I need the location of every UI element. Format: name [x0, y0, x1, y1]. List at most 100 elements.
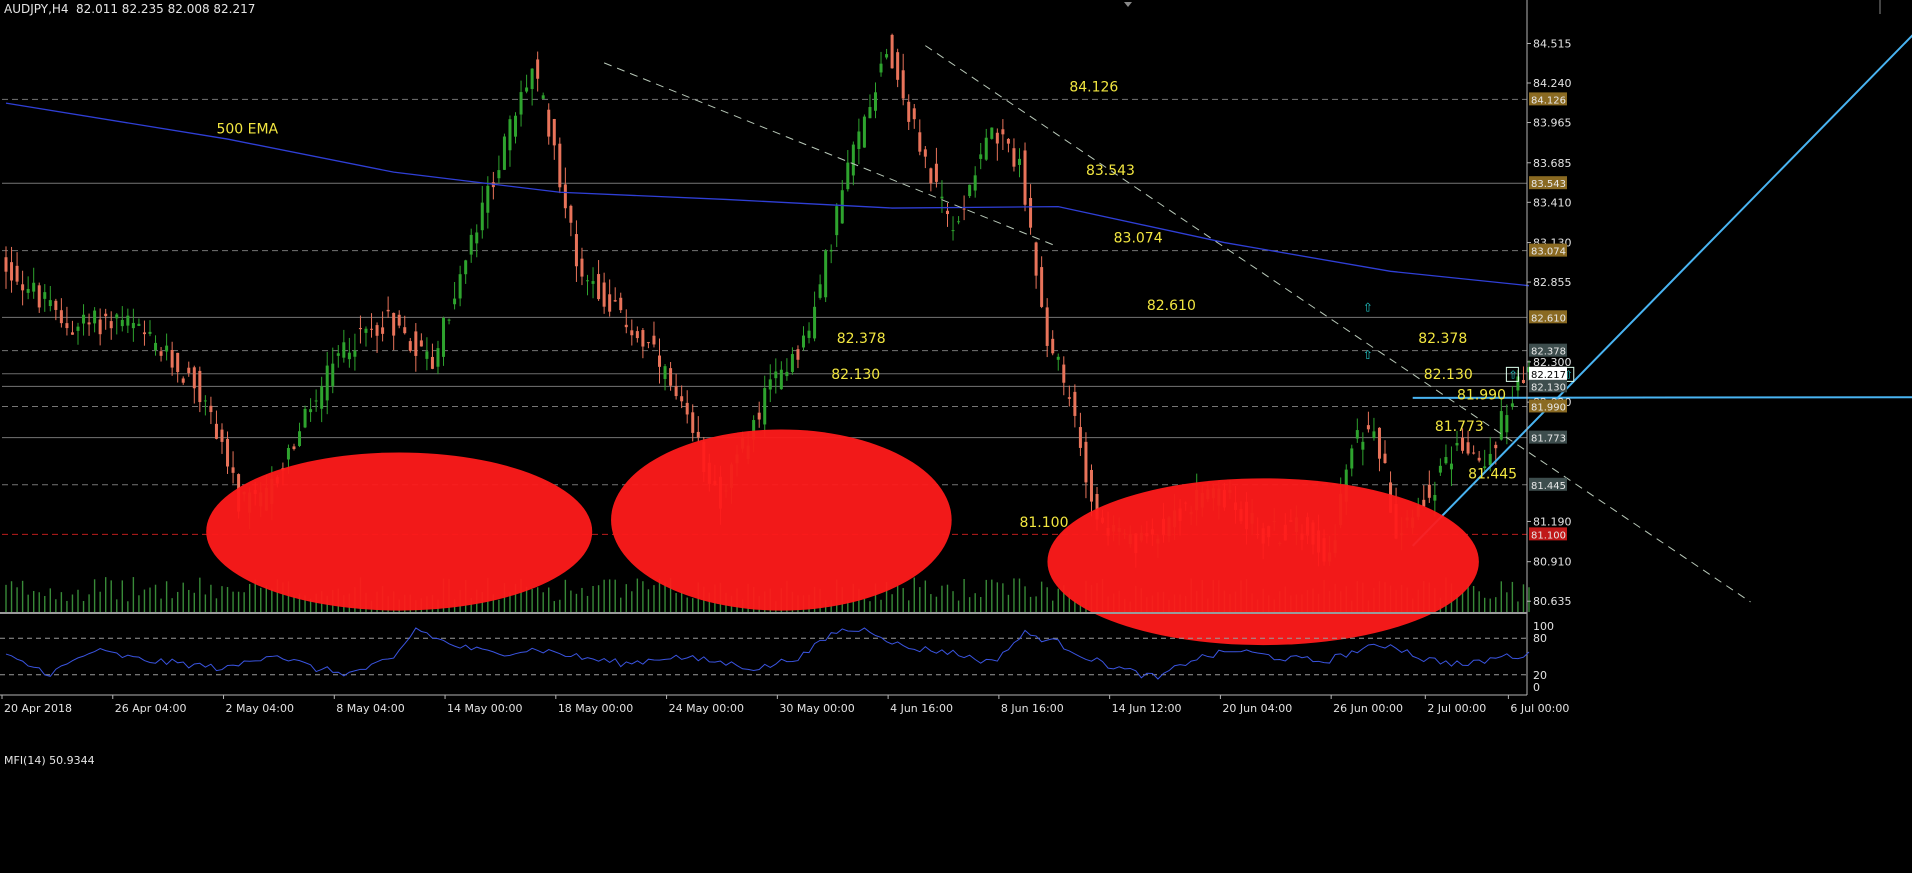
candle-body: [868, 107, 872, 119]
candle-body: [696, 431, 700, 438]
candle-body: [1433, 494, 1437, 501]
mfi-label: MFI(14) 50.9344: [4, 754, 95, 767]
candle-body: [774, 371, 778, 379]
candle-body: [807, 330, 811, 338]
candle-body: [1012, 148, 1016, 167]
candle-body: [176, 352, 180, 373]
time-tick-label: 4 Jun 16:00: [890, 702, 953, 715]
candle-body: [1366, 425, 1370, 430]
time-tick-label: 14 May 00:00: [447, 702, 522, 715]
price-tick-label: 84.515: [1533, 37, 1572, 50]
candle-body: [126, 315, 130, 326]
time-tick-label: 30 May 00:00: [779, 702, 854, 715]
candle-body: [1029, 197, 1033, 228]
candle-body: [1472, 452, 1476, 454]
candle-body: [1040, 267, 1044, 307]
candle-body: [879, 63, 883, 73]
candle-body: [962, 208, 966, 210]
level-annotation: 81.100: [1019, 515, 1068, 531]
candle-body: [1056, 356, 1060, 360]
candle-body: [851, 144, 855, 176]
candle-body: [1444, 457, 1448, 464]
candle-body: [154, 342, 158, 351]
up-arrow-icon: ⇧: [1363, 301, 1373, 315]
level-annotation: 83.074: [1114, 231, 1163, 247]
level-price-tag-label: 82.378: [1531, 347, 1566, 358]
candle-body: [142, 332, 146, 335]
level-price-tag-label: 82.610: [1531, 313, 1566, 324]
level-annotation: 81.445: [1468, 466, 1517, 482]
candle-body: [1361, 441, 1365, 450]
candle-body: [131, 322, 135, 329]
candle-body: [536, 59, 540, 79]
candle-body: [635, 331, 639, 339]
candle-body: [325, 365, 329, 401]
time-tick-label: 20 Apr 2018: [4, 702, 72, 715]
level-price-tag-label: 81.100: [1531, 530, 1566, 541]
candle-body: [586, 280, 590, 282]
candle-body: [320, 386, 324, 409]
candle-body: [1455, 442, 1459, 446]
candle-body: [1494, 444, 1498, 449]
candle-body: [381, 327, 385, 334]
candle-body: [1427, 484, 1431, 498]
candle-body: [419, 340, 423, 347]
candle-body: [1377, 427, 1381, 459]
candle-body: [691, 412, 695, 433]
time-tick-label: 18 May 00:00: [558, 702, 633, 715]
candle-body: [580, 258, 584, 277]
candle-body: [358, 327, 362, 330]
candle-body: [1422, 499, 1426, 507]
candle-body: [574, 234, 578, 267]
level-annotation: 84.126: [1069, 80, 1118, 96]
chart-stage: 84.126 83.543 83.074 82.610 82.378 82.130 82.3…: [0, 0, 1912, 873]
level-annotation: 82.378: [837, 331, 886, 347]
up-arrow-icon: ⇧: [1363, 348, 1373, 362]
up-arrow-icon: ⇧: [1508, 368, 1517, 381]
candle-body: [458, 274, 462, 299]
candle-body: [652, 335, 656, 345]
level-price-tag-label: 83.074: [1531, 247, 1566, 258]
candle-body: [846, 162, 850, 190]
level-price-tag-label: 81.990: [1531, 402, 1566, 413]
candle-body: [336, 353, 340, 356]
level-price-tag-label: 84.126: [1531, 95, 1566, 106]
candle-body: [403, 327, 407, 334]
candle-body: [21, 284, 25, 291]
candle-body: [885, 54, 889, 58]
candle-body: [669, 368, 673, 386]
candle-body: [497, 170, 501, 179]
candle-body: [630, 330, 634, 336]
candle-body: [192, 367, 196, 389]
candle-body: [1006, 138, 1010, 144]
candle-body: [813, 306, 817, 339]
candle-body: [442, 317, 446, 357]
time-tick-label: 26 Jun 00:00: [1333, 702, 1403, 715]
candle-body: [968, 184, 972, 197]
candle-body: [364, 328, 368, 333]
candle-body: [857, 131, 861, 149]
time-tick-label: 8 Jun 16:00: [1001, 702, 1064, 715]
candle-body: [801, 335, 805, 348]
level-annotation: 82.378: [1418, 331, 1467, 347]
candle-body: [541, 95, 545, 99]
candle-body: [115, 314, 119, 319]
mfi-level-label: 0: [1533, 681, 1540, 694]
candle-body: [940, 196, 944, 199]
candle-body: [65, 323, 69, 329]
candle-body: [87, 322, 91, 325]
current-price-tag-label: 82.217: [1531, 370, 1566, 381]
candle-body: [430, 356, 434, 369]
time-tick-label: 2 May 04:00: [226, 702, 294, 715]
candle-body: [1510, 403, 1514, 407]
candle-body: [1438, 465, 1442, 473]
candle-body: [951, 230, 955, 232]
candle-body: [347, 352, 351, 360]
level-price-tag-label: 83.543: [1531, 179, 1566, 190]
time-tick-label: 14 Jun 12:00: [1112, 702, 1182, 715]
candle-body: [342, 342, 346, 358]
candle-body: [436, 348, 440, 367]
candle-body: [170, 350, 174, 368]
candle-body: [1051, 338, 1055, 354]
candle-body: [624, 324, 628, 328]
